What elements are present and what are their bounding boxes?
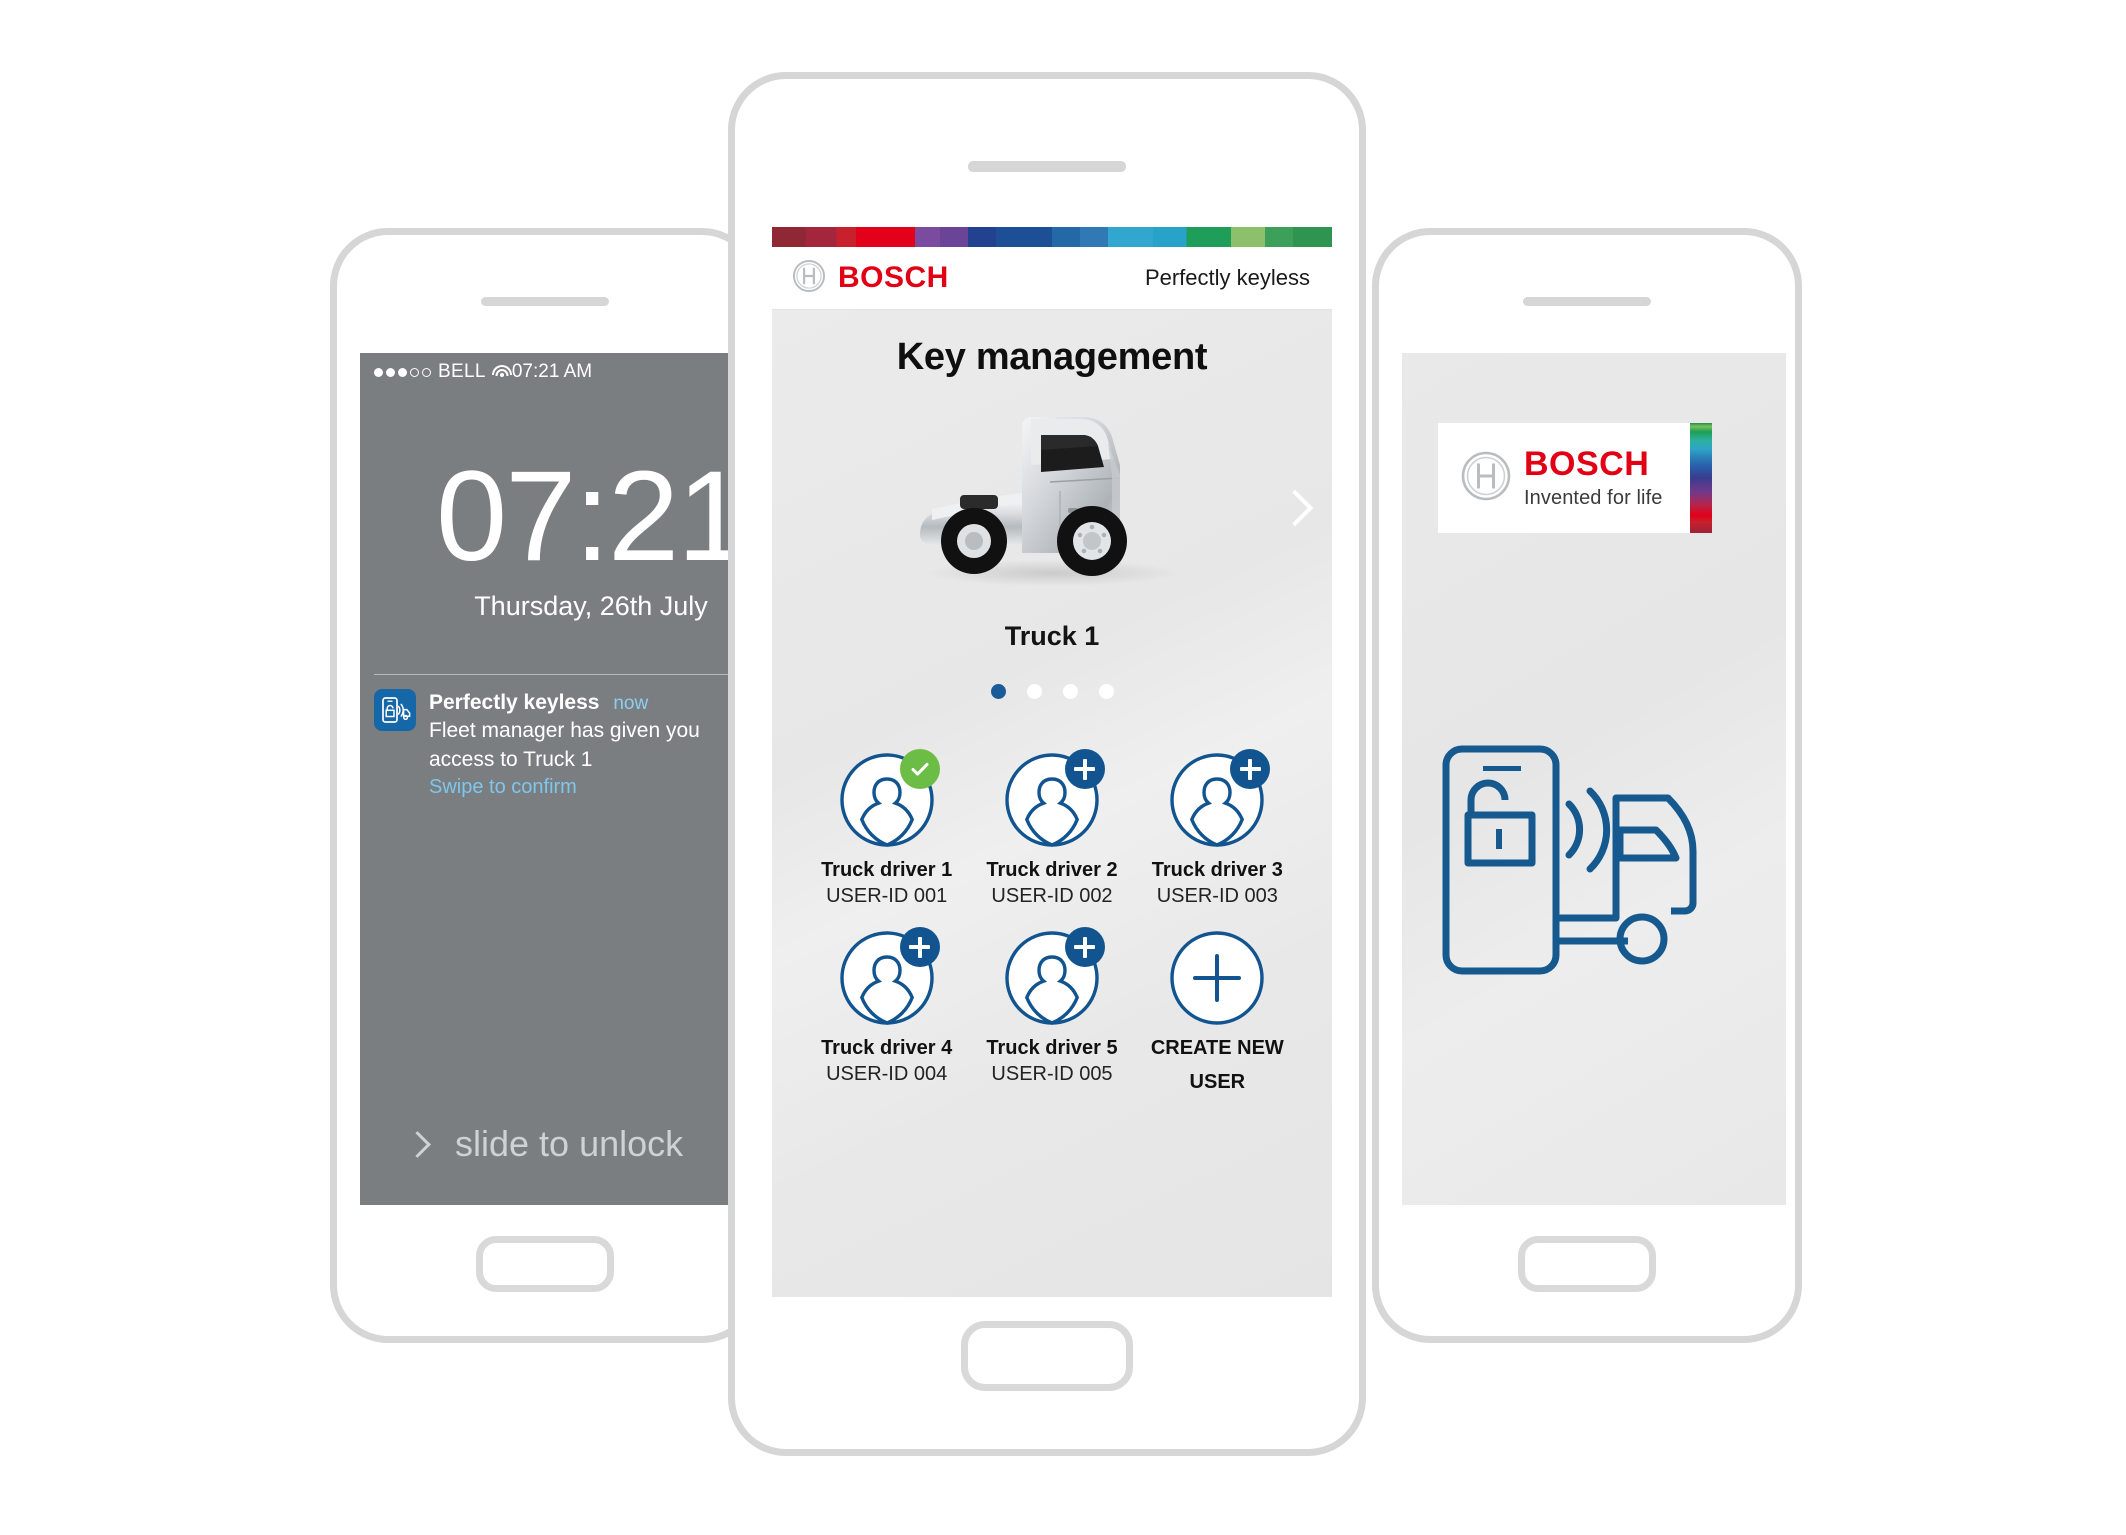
phone-right-splash: BOSCH Invented for life bbox=[1372, 228, 1802, 1343]
avatar[interactable] bbox=[1003, 927, 1105, 1027]
truck-photo bbox=[902, 383, 1202, 608]
wifi-icon bbox=[491, 365, 512, 379]
phone-center-app: BOSCH Perfectly keyless Key management T… bbox=[728, 72, 1366, 1456]
lockscreen-clock-block: 07:21 Thursday, 26th July bbox=[360, 453, 744, 622]
notification-card[interactable]: Perfectly keyless now Fleet manager has … bbox=[360, 675, 744, 801]
app-header: BOSCH Perfectly keyless bbox=[772, 247, 1332, 310]
app-tagline: Perfectly keyless bbox=[1144, 265, 1310, 290]
scene: BELL 07:21 AM 07:21 Thursday, 26th July bbox=[0, 0, 2126, 1535]
plus-circle-icon[interactable] bbox=[1168, 929, 1266, 1027]
driver-cell[interactable]: Truck driver 2 USER-ID 002 bbox=[969, 749, 1134, 909]
phone-left-lockscreen: BELL 07:21 AM 07:21 Thursday, 26th July bbox=[330, 228, 760, 1343]
plus-icon[interactable] bbox=[1064, 749, 1105, 789]
driver-grid: Truck driver 1 USER-ID 001 Truck driver … bbox=[772, 749, 1332, 1095]
driver-name: Truck driver 2 bbox=[986, 859, 1118, 881]
notification-timestamp: now bbox=[613, 693, 649, 714]
chevron-right-icon bbox=[404, 1130, 431, 1158]
slide-to-unlock[interactable]: slide to unlock bbox=[360, 1123, 744, 1165]
earpiece-speaker bbox=[481, 297, 609, 306]
notification-action[interactable]: Swipe to confirm bbox=[429, 774, 730, 801]
signal-strength-icon bbox=[374, 367, 431, 377]
driver-id: USER-ID 003 bbox=[1156, 885, 1278, 907]
create-new-user-button[interactable]: CREATE NEW USER bbox=[1135, 929, 1300, 1095]
perfectly-keyless-app-icon bbox=[374, 689, 416, 731]
bosch-wordmark: BOSCH bbox=[1524, 444, 1650, 483]
carrier-label: BELL bbox=[438, 361, 486, 382]
bosch-supergraphic-bar bbox=[772, 227, 1332, 247]
carousel-dot-1[interactable] bbox=[990, 684, 1006, 699]
earpiece-speaker bbox=[1523, 297, 1651, 306]
bosch-symbol-icon bbox=[792, 259, 826, 298]
create-new-user-label-line1: CREATE NEW bbox=[1150, 1037, 1284, 1059]
bosch-logo-block: BOSCH Invented for life bbox=[1438, 423, 1712, 533]
driver-name: Truck driver 3 bbox=[1151, 859, 1283, 881]
driver-id: USER-ID 002 bbox=[991, 885, 1113, 907]
driver-cell[interactable]: Truck driver 1 USER-ID 001 bbox=[804, 749, 969, 909]
avatar[interactable] bbox=[1003, 749, 1105, 849]
driver-id: USER-ID 005 bbox=[991, 1063, 1113, 1085]
avatar[interactable] bbox=[838, 927, 940, 1027]
bosch-claim: Invented for life bbox=[1524, 486, 1663, 509]
lockscreen-time: 07:21 bbox=[436, 445, 744, 588]
earpiece-speaker bbox=[968, 161, 1126, 172]
home-button[interactable] bbox=[961, 1321, 1133, 1391]
status-bar: BELL 07:21 AM bbox=[360, 353, 744, 391]
bosch-supergraphic bbox=[1690, 423, 1712, 533]
slide-to-unlock-label: slide to unlock bbox=[455, 1123, 684, 1164]
driver-cell[interactable]: Truck driver 3 USER-ID 003 bbox=[1135, 749, 1300, 909]
page-title: Key management bbox=[896, 336, 1208, 378]
carousel-pagination[interactable] bbox=[772, 684, 1332, 699]
carousel-next-icon[interactable] bbox=[1276, 489, 1314, 527]
carousel-dot-3[interactable] bbox=[1062, 684, 1078, 699]
lock-screen: BELL 07:21 AM 07:21 Thursday, 26th July bbox=[360, 353, 744, 1205]
driver-cell[interactable]: Truck driver 5 USER-ID 005 bbox=[969, 927, 1134, 1095]
vehicle-name: Truck 1 bbox=[1004, 621, 1100, 651]
driver-id: USER-ID 001 bbox=[826, 885, 948, 907]
notification-area: Perfectly keyless now Fleet manager has … bbox=[360, 674, 744, 801]
driver-name: Truck driver 4 bbox=[821, 1037, 953, 1059]
avatar[interactable] bbox=[1168, 749, 1271, 849]
notification-message: Fleet manager has given you access to Tr… bbox=[429, 719, 700, 771]
notification-title: Perfectly keyless bbox=[429, 691, 600, 714]
plus-icon[interactable] bbox=[1064, 927, 1105, 967]
app-screen: BOSCH Perfectly keyless Key management T… bbox=[772, 227, 1332, 1297]
splash-screen: BOSCH Invented for life bbox=[1402, 353, 1786, 1205]
phone-unlock-truck-icon bbox=[1442, 745, 1744, 980]
notification-body: Perfectly keyless now Fleet manager has … bbox=[429, 689, 730, 801]
avatar[interactable] bbox=[838, 749, 940, 849]
driver-id: USER-ID 004 bbox=[826, 1063, 948, 1085]
lockscreen-date: Thursday, 26th July bbox=[474, 591, 708, 621]
bosch-wordmark: BOSCH bbox=[838, 261, 949, 294]
vehicle-carousel[interactable] bbox=[772, 383, 1332, 615]
carousel-dot-2[interactable] bbox=[1026, 684, 1042, 699]
create-new-user-label-line2: USER bbox=[1189, 1071, 1246, 1093]
driver-name: Truck driver 5 bbox=[986, 1037, 1118, 1059]
check-icon bbox=[899, 749, 940, 789]
driver-name: Truck driver 1 bbox=[821, 859, 953, 881]
home-button[interactable] bbox=[1518, 1236, 1656, 1292]
bosch-symbol-icon bbox=[1460, 450, 1512, 507]
home-button[interactable] bbox=[476, 1236, 614, 1292]
plus-icon[interactable] bbox=[899, 927, 940, 967]
app-content: Key management Truck 1 Truck driver 1 US… bbox=[772, 310, 1332, 1297]
driver-cell[interactable]: Truck driver 4 USER-ID 004 bbox=[804, 927, 969, 1095]
carousel-dot-4[interactable] bbox=[1098, 684, 1114, 699]
